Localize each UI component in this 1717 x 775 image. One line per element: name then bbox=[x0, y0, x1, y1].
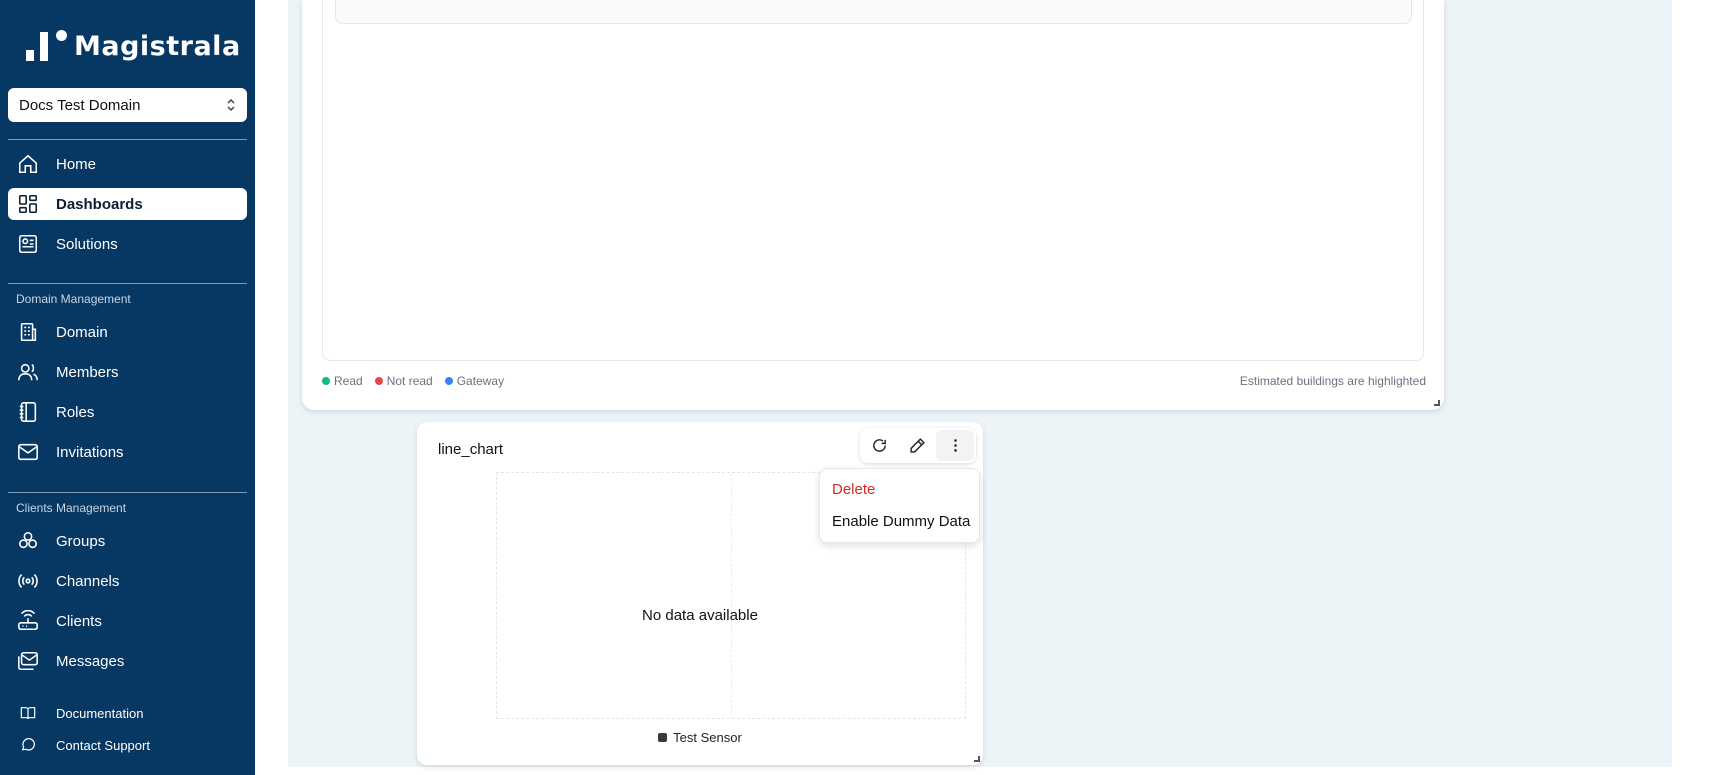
building-icon bbox=[8, 316, 48, 348]
status-dot-icon bbox=[322, 377, 330, 385]
sidebar-item-invitations[interactable]: Invitations bbox=[8, 436, 247, 468]
map-note: Estimated buildings are highlighted bbox=[1239, 374, 1426, 388]
sidebar: Magistrala Docs Test Domain Home Dashboa… bbox=[0, 0, 255, 775]
solutions-icon bbox=[8, 228, 48, 260]
sidebar-item-label: Contact Support bbox=[56, 737, 150, 753]
sidebar-item-label: Members bbox=[56, 363, 119, 381]
menu-item-delete[interactable]: Delete bbox=[832, 481, 875, 498]
more-vertical-icon bbox=[953, 439, 957, 452]
book-icon bbox=[8, 705, 48, 721]
more-options-button[interactable] bbox=[936, 430, 974, 461]
section-title-clients: Clients Management bbox=[16, 501, 127, 515]
sidebar-item-label: Channels bbox=[56, 572, 120, 590]
refresh-button[interactable] bbox=[860, 430, 898, 461]
sidebar-item-label: Dashboards bbox=[56, 195, 143, 213]
legend-series-label[interactable]: Test Sensor bbox=[673, 730, 742, 745]
sidebar-item-label: Invitations bbox=[56, 443, 124, 461]
sidebar-divider bbox=[8, 283, 247, 284]
sidebar-item-members[interactable]: Members bbox=[8, 356, 247, 388]
edit-button[interactable] bbox=[898, 430, 936, 461]
sidebar-item-channels[interactable]: Channels bbox=[8, 565, 247, 597]
legend-label: Gateway bbox=[456, 374, 505, 388]
empty-state-message: No data available bbox=[642, 607, 758, 624]
domain-selector[interactable]: Docs Test Domain bbox=[8, 88, 247, 122]
router-icon bbox=[8, 605, 48, 637]
brand-logo[interactable]: Magistrala bbox=[26, 28, 241, 64]
legend-item-gateway: Gateway bbox=[444, 374, 505, 388]
domain-selector-value: Docs Test Domain bbox=[19, 96, 141, 114]
sidebar-divider bbox=[8, 139, 247, 140]
series-swatch bbox=[658, 733, 668, 742]
brand-name: Magistrala bbox=[74, 30, 241, 62]
refresh-icon bbox=[872, 439, 886, 452]
widget-title: line_chart bbox=[438, 441, 504, 458]
sidebar-item-contact-support[interactable]: Contact Support bbox=[8, 733, 247, 757]
legend-item-read: Read bbox=[322, 374, 363, 388]
notebook-icon bbox=[8, 396, 48, 428]
sidebar-item-documentation[interactable]: Documentation bbox=[8, 701, 247, 725]
chevron-up-down-icon bbox=[226, 98, 236, 112]
sidebar-item-label: Groups bbox=[56, 532, 106, 550]
sidebar-item-label: Roles bbox=[56, 403, 95, 421]
sidebar-item-roles[interactable]: Roles bbox=[8, 396, 247, 428]
sidebar-item-label: Clients bbox=[56, 612, 102, 630]
pencil-icon bbox=[909, 438, 925, 453]
widget-toolbar bbox=[860, 428, 976, 463]
legend-label: Not read bbox=[386, 374, 433, 388]
sidebar-item-home[interactable]: Home bbox=[8, 148, 247, 180]
sidebar-item-domain[interactable]: Domain bbox=[8, 316, 247, 348]
sidebar-item-label: Solutions bbox=[56, 235, 118, 253]
logo-mark-icon bbox=[26, 28, 72, 64]
home-icon bbox=[8, 148, 48, 180]
mail-icon bbox=[8, 436, 48, 468]
map-widget: Read Not read Gateway Estimated building… bbox=[302, 0, 1444, 410]
sidebar-item-clients[interactable]: Clients bbox=[8, 605, 247, 637]
menu-item-enable-dummy-data[interactable]: Enable Dummy Data bbox=[832, 513, 970, 530]
status-dot-icon bbox=[374, 377, 383, 385]
resize-handle-icon[interactable] bbox=[974, 756, 980, 762]
section-title-domain: Domain Management bbox=[16, 292, 131, 306]
sidebar-item-label: Domain bbox=[56, 323, 108, 341]
sidebar-item-solutions[interactable]: Solutions bbox=[8, 228, 247, 260]
broadcast-icon bbox=[8, 565, 48, 597]
users-icon bbox=[8, 356, 48, 388]
sidebar-item-label: Documentation bbox=[56, 705, 144, 721]
map-search-bar[interactable] bbox=[335, 0, 1412, 24]
sidebar-item-label: Home bbox=[56, 155, 97, 173]
status-dot-icon bbox=[444, 377, 453, 385]
messages-icon bbox=[8, 645, 48, 677]
legend-label: Read bbox=[334, 374, 363, 388]
map-legend: Read Not read Gateway bbox=[322, 374, 516, 388]
sidebar-item-groups[interactable]: Groups bbox=[8, 525, 247, 557]
resize-handle-icon[interactable] bbox=[1434, 400, 1440, 406]
sidebar-item-messages[interactable]: Messages bbox=[8, 645, 247, 677]
sidebar-item-dashboards[interactable]: Dashboards bbox=[8, 188, 247, 220]
chart-legend: Test Sensor bbox=[417, 730, 983, 745]
widget-options-menu: Delete Enable Dummy Data bbox=[819, 468, 980, 543]
sidebar-divider bbox=[8, 492, 247, 493]
chat-icon bbox=[8, 737, 48, 753]
legend-item-not-read: Not read bbox=[374, 374, 433, 388]
groups-icon bbox=[8, 525, 48, 557]
map-area[interactable] bbox=[322, 0, 1424, 361]
app-root: Magistrala Docs Test Domain Home Dashboa… bbox=[0, 0, 1717, 775]
sidebar-item-label: Messages bbox=[56, 652, 125, 670]
dashboard-icon bbox=[8, 188, 48, 220]
